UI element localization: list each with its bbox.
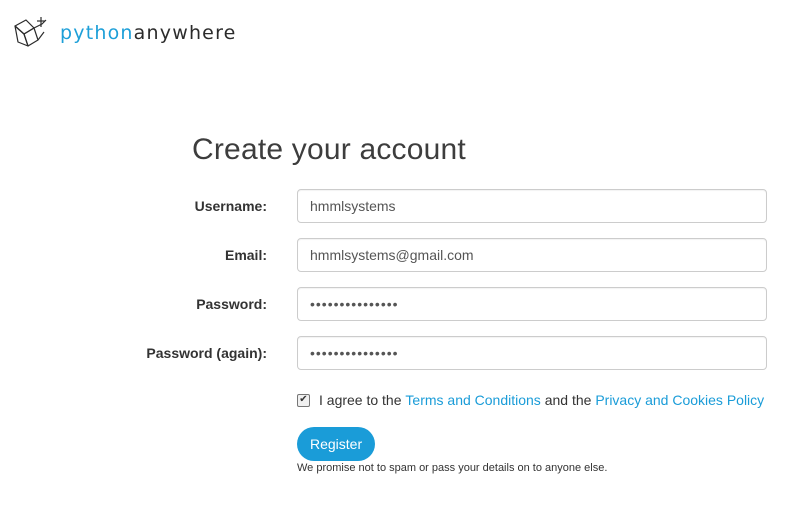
password-label: Password:	[196, 296, 267, 312]
password-input[interactable]	[297, 287, 767, 321]
password-row: Password:	[0, 287, 811, 321]
password-again-row: Password (again):	[0, 336, 811, 370]
brand-logo[interactable]: pythonanywhere	[12, 16, 237, 50]
check-icon: ✔	[299, 394, 308, 405]
brand-name-python: python	[60, 21, 134, 44]
email-input[interactable]	[297, 238, 767, 272]
agree-checkbox[interactable]: ✔	[297, 393, 310, 407]
page-title: Create your account	[192, 133, 466, 166]
email-label: Email:	[224, 247, 267, 263]
agree-text-before: I agree to the	[319, 392, 402, 408]
brand-name: pythonanywhere	[60, 21, 237, 44]
terms-link[interactable]: Terms and Conditions	[405, 392, 540, 408]
agreement-row: ✔ I agree to the Terms and Conditions an…	[297, 392, 764, 408]
password-again-input[interactable]	[297, 336, 767, 370]
email-row: Email:	[0, 238, 811, 272]
username-input[interactable]	[297, 189, 767, 223]
privacy-link[interactable]: Privacy and Cookies Policy	[595, 392, 764, 408]
password-again-label: Password (again):	[146, 345, 267, 361]
register-page: pythonanywhere Create your account Usern…	[0, 0, 811, 508]
privacy-promise-text: We promise not to spam or pass your deta…	[297, 462, 608, 474]
pythonanywhere-logo-icon	[14, 17, 47, 47]
brand-name-anywhere: anywhere	[133, 21, 237, 44]
agree-text-middle: and the	[544, 392, 592, 408]
register-button[interactable]: Register	[297, 427, 376, 461]
username-label: Username:	[194, 198, 267, 214]
username-row: Username:	[0, 189, 811, 223]
